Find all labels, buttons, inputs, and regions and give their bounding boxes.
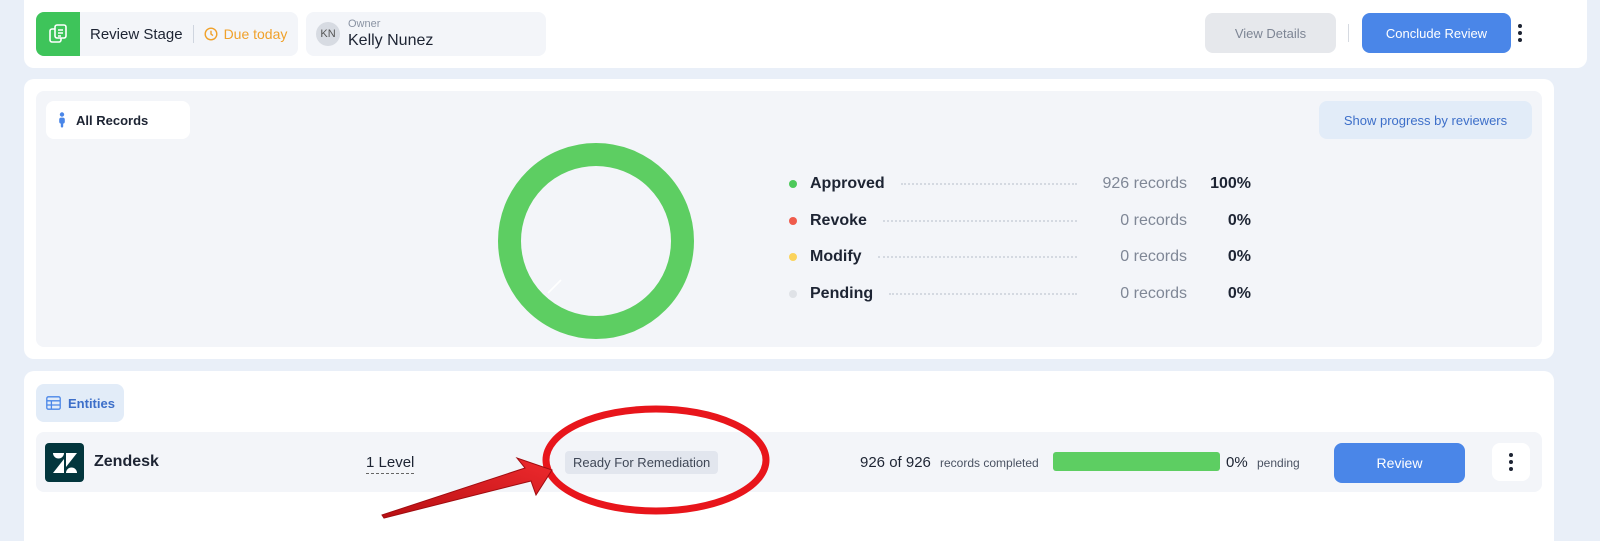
records-donut-chart [498,143,694,339]
divider [192,25,194,43]
tab-entities[interactable]: Entities [36,384,124,422]
divider [1348,24,1349,42]
all-records-filter[interactable]: All Records [46,101,190,139]
due-label: Due today [223,26,288,42]
legend-percent: 0% [1227,284,1251,302]
status-dot [789,289,797,298]
owner-name: Kelly Nunez [348,32,434,49]
filter-label: All Records [76,112,149,128]
review-stage-chip: Review Stage Due today [36,12,298,56]
table-row: Zendesk 1 Level Ready For Remediation 92… [36,432,1542,492]
legend-count: 0 records [1120,248,1187,266]
conclude-review-button[interactable]: Conclude Review [1362,13,1511,53]
legend-count: 0 records [1120,284,1187,302]
legend-percent: 100% [1210,175,1251,193]
entity-level-link[interactable]: 1 Level [366,454,415,474]
records-completed-label: records completed [940,456,1039,470]
legend-count: 0 records [1120,211,1187,229]
review-button[interactable]: Review [1334,443,1465,483]
pending-percent: 0% [1226,454,1248,471]
status-badge: Ready For Remediation [565,451,719,474]
records-completed-count: 926 of 926 [860,454,931,471]
legend-item-approved: Approved 926 records 100% [781,166,1251,203]
progress-bar [1053,452,1220,471]
legend-percent: 0% [1227,211,1251,229]
entities-panel: Entities Zendesk 1 Level Ready For Remed… [24,371,1554,541]
due-date: Due today [204,26,288,42]
row-menu-button[interactable] [1492,443,1530,481]
status-dot [789,180,797,189]
donut-segment-approved [498,143,694,339]
records-legend: Approved 926 records 100% Revoke 0 recor… [781,166,1251,312]
more-vertical-icon [1501,452,1521,472]
zendesk-logo-icon [45,443,84,482]
legend-percent: 0% [1227,248,1251,266]
view-details-button[interactable]: View Details [1205,13,1336,53]
table-icon [46,396,61,410]
avatar: KN [316,22,340,46]
review-stage-icon [36,12,80,56]
records-summary-panel: All Records Show progress by reviewers A… [24,79,1554,359]
tab-label: Entities [68,395,115,411]
legend-label: Modify [810,248,862,266]
progress-bar-fill [1053,452,1220,471]
owner-chip: KN Owner Kelly Nunez [306,12,546,56]
legend-item-pending: Pending 0 records 0% [781,276,1251,313]
person-icon [59,112,65,128]
legend-count: 926 records [1102,175,1188,193]
legend-label: Approved [810,175,885,193]
entity-name: Zendesk [94,453,159,470]
status-dot [789,253,797,262]
owner-caption: Owner [348,18,381,30]
legend-label: Pending [810,284,874,302]
review-header: Review Stage Due today KN Owner Kelly Nu… [24,0,1587,68]
legend-item-revoke: Revoke 0 records 0% [781,203,1251,240]
stage-label: Review Stage [90,25,183,43]
status-dot [789,216,797,225]
more-vertical-icon[interactable] [1510,23,1530,43]
show-progress-by-reviewers-button[interactable]: Show progress by reviewers [1319,101,1532,139]
legend-label: Revoke [810,211,867,229]
donut-segment-gap [547,279,562,294]
pending-label: pending [1257,456,1300,470]
clock-icon [204,27,218,41]
legend-item-modify: Modify 0 records 0% [781,239,1251,276]
